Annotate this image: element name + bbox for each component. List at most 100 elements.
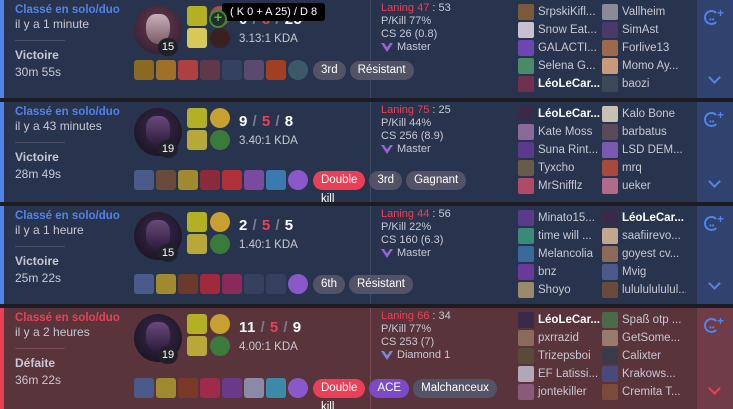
player-row[interactable]: Momo Ay... — [602, 57, 686, 75]
share-icon[interactable]: + •• — [704, 109, 724, 128]
player-row-self[interactable]: LéoLeCar... — [518, 75, 602, 93]
secondary-rune-icon[interactable] — [210, 130, 230, 150]
item-icon[interactable] — [222, 170, 242, 190]
kda-score[interactable]: 2 / 5 / 5 — [239, 217, 294, 234]
share-icon[interactable]: + •• — [704, 213, 724, 232]
summoner-spell-icon[interactable] — [187, 108, 207, 128]
player-row[interactable]: Selena G... — [518, 57, 602, 75]
summoner-spell-icon[interactable] — [187, 212, 207, 232]
summoner-spell-icon[interactable] — [187, 314, 207, 334]
player-row[interactable]: Calixter — [602, 347, 686, 365]
item-icon[interactable] — [244, 170, 264, 190]
item-icon[interactable] — [178, 378, 198, 398]
player-row[interactable]: GetSome... — [602, 329, 686, 347]
summoner-spell-icon[interactable] — [187, 28, 207, 48]
player-row[interactable]: bnz — [518, 263, 602, 281]
keystone-rune-icon[interactable] — [210, 314, 230, 334]
match-card[interactable]: Classé en solo/duo il y a 2 heures Défai… — [0, 308, 733, 409]
item-icon[interactable] — [156, 170, 176, 190]
keystone-rune-icon[interactable] — [210, 108, 230, 128]
player-name: GetSome... — [622, 332, 681, 344]
expand-button[interactable] — [697, 156, 733, 202]
item-icon[interactable] — [156, 378, 176, 398]
player-row[interactable]: SimAst — [602, 21, 686, 39]
player-row-self[interactable]: LéoLeCar... — [518, 311, 602, 329]
item-icon[interactable] — [178, 170, 198, 190]
item-icon[interactable] — [134, 274, 154, 294]
player-row[interactable]: Melancolia — [518, 245, 602, 263]
ward-icon[interactable] — [288, 170, 308, 190]
item-icon[interactable] — [244, 60, 264, 80]
player-row[interactable]: LSD DEM... — [602, 141, 686, 159]
summoner-spell-icon[interactable] — [187, 336, 207, 356]
item-icon[interactable] — [200, 170, 220, 190]
player-row[interactable]: MrSnifflz — [518, 177, 602, 195]
player-row[interactable]: Vallheim — [602, 3, 686, 21]
player-row-self[interactable]: LéoLeCar... — [518, 105, 602, 123]
summoner-spell-icon[interactable] — [187, 6, 207, 26]
item-icon[interactable] — [222, 274, 242, 294]
player-row[interactable]: GALACTI... — [518, 39, 602, 57]
player-row[interactable]: baozi — [602, 75, 686, 93]
secondary-rune-icon[interactable] — [210, 336, 230, 356]
player-row-self[interactable]: LéoLeCar... — [602, 209, 686, 227]
item-icon[interactable] — [134, 170, 154, 190]
player-row[interactable]: Mvig — [602, 263, 686, 281]
expand-button[interactable] — [697, 363, 733, 409]
player-row[interactable]: EF Latissi... — [518, 365, 602, 383]
player-row[interactable]: Kalo Bone — [602, 105, 686, 123]
ward-icon[interactable] — [288, 274, 308, 294]
player-row[interactable]: Suna Rint... — [518, 141, 602, 159]
item-icon[interactable] — [200, 274, 220, 294]
player-row[interactable]: barbatus — [602, 123, 686, 141]
share-icon[interactable]: + •• — [704, 315, 724, 334]
keystone-rune-icon[interactable] — [210, 212, 230, 232]
player-row[interactable]: time will ... — [518, 227, 602, 245]
item-icon[interactable] — [266, 378, 286, 398]
secondary-rune-icon[interactable] — [210, 234, 230, 254]
player-row[interactable]: jontekiller — [518, 383, 602, 401]
player-row[interactable]: Tyxcho — [518, 159, 602, 177]
player-row[interactable]: Spaß otp ... — [602, 311, 686, 329]
player-row[interactable]: SrpskiKifl... — [518, 3, 602, 21]
ward-icon[interactable] — [288, 378, 308, 398]
secondary-rune-icon[interactable] — [210, 28, 230, 48]
summoner-spell-icon[interactable] — [187, 130, 207, 150]
player-row[interactable]: Krakows... — [602, 365, 686, 383]
item-icon[interactable] — [156, 60, 176, 80]
player-row[interactable]: ueker — [602, 177, 686, 195]
player-row[interactable]: Kate Moss — [518, 123, 602, 141]
item-icon[interactable] — [266, 170, 286, 190]
match-card[interactable]: Classé en solo/duo il y a 1 minute Victo… — [0, 0, 733, 98]
expand-button[interactable] — [697, 52, 733, 98]
item-icon[interactable] — [178, 274, 198, 294]
player-row[interactable]: pxrrazid — [518, 329, 602, 347]
item-icon[interactable] — [266, 60, 286, 80]
player-row[interactable]: Forlive13 — [602, 39, 686, 57]
player-row[interactable]: mrq — [602, 159, 686, 177]
player-row[interactable]: goyest cv... — [602, 245, 686, 263]
item-icon[interactable] — [134, 378, 154, 398]
player-row[interactable]: Snow Eat... — [518, 21, 602, 39]
summoner-spell-icon[interactable] — [187, 234, 207, 254]
item-icon[interactable] — [200, 60, 220, 80]
expand-button[interactable] — [697, 258, 733, 304]
item-icon[interactable] — [178, 60, 198, 80]
player-row[interactable]: Minato15... — [518, 209, 602, 227]
player-row[interactable]: lulululululul... — [602, 281, 686, 299]
kda-score[interactable]: 11 / 5 / 9 — [239, 319, 302, 336]
item-icon[interactable] — [134, 60, 154, 80]
player-row[interactable]: Trizepsboi — [518, 347, 602, 365]
match-card[interactable]: Classé en solo/duo il y a 1 heure Victoi… — [0, 206, 733, 304]
item-icon[interactable] — [156, 274, 176, 294]
item-icon[interactable] — [244, 378, 264, 398]
item-icon[interactable] — [222, 378, 242, 398]
ward-icon[interactable] — [288, 60, 308, 80]
player-row[interactable]: Cremita T... — [602, 383, 686, 401]
kda-score[interactable]: 9 / 5 / 8 — [239, 113, 294, 130]
player-row[interactable]: saafiirevo... — [602, 227, 686, 245]
item-icon[interactable] — [200, 378, 220, 398]
match-card[interactable]: Classé en solo/duo il y a 43 minutes Vic… — [0, 102, 733, 202]
player-row[interactable]: Shoyo — [518, 281, 602, 299]
share-icon[interactable]: + •• — [704, 7, 724, 26]
